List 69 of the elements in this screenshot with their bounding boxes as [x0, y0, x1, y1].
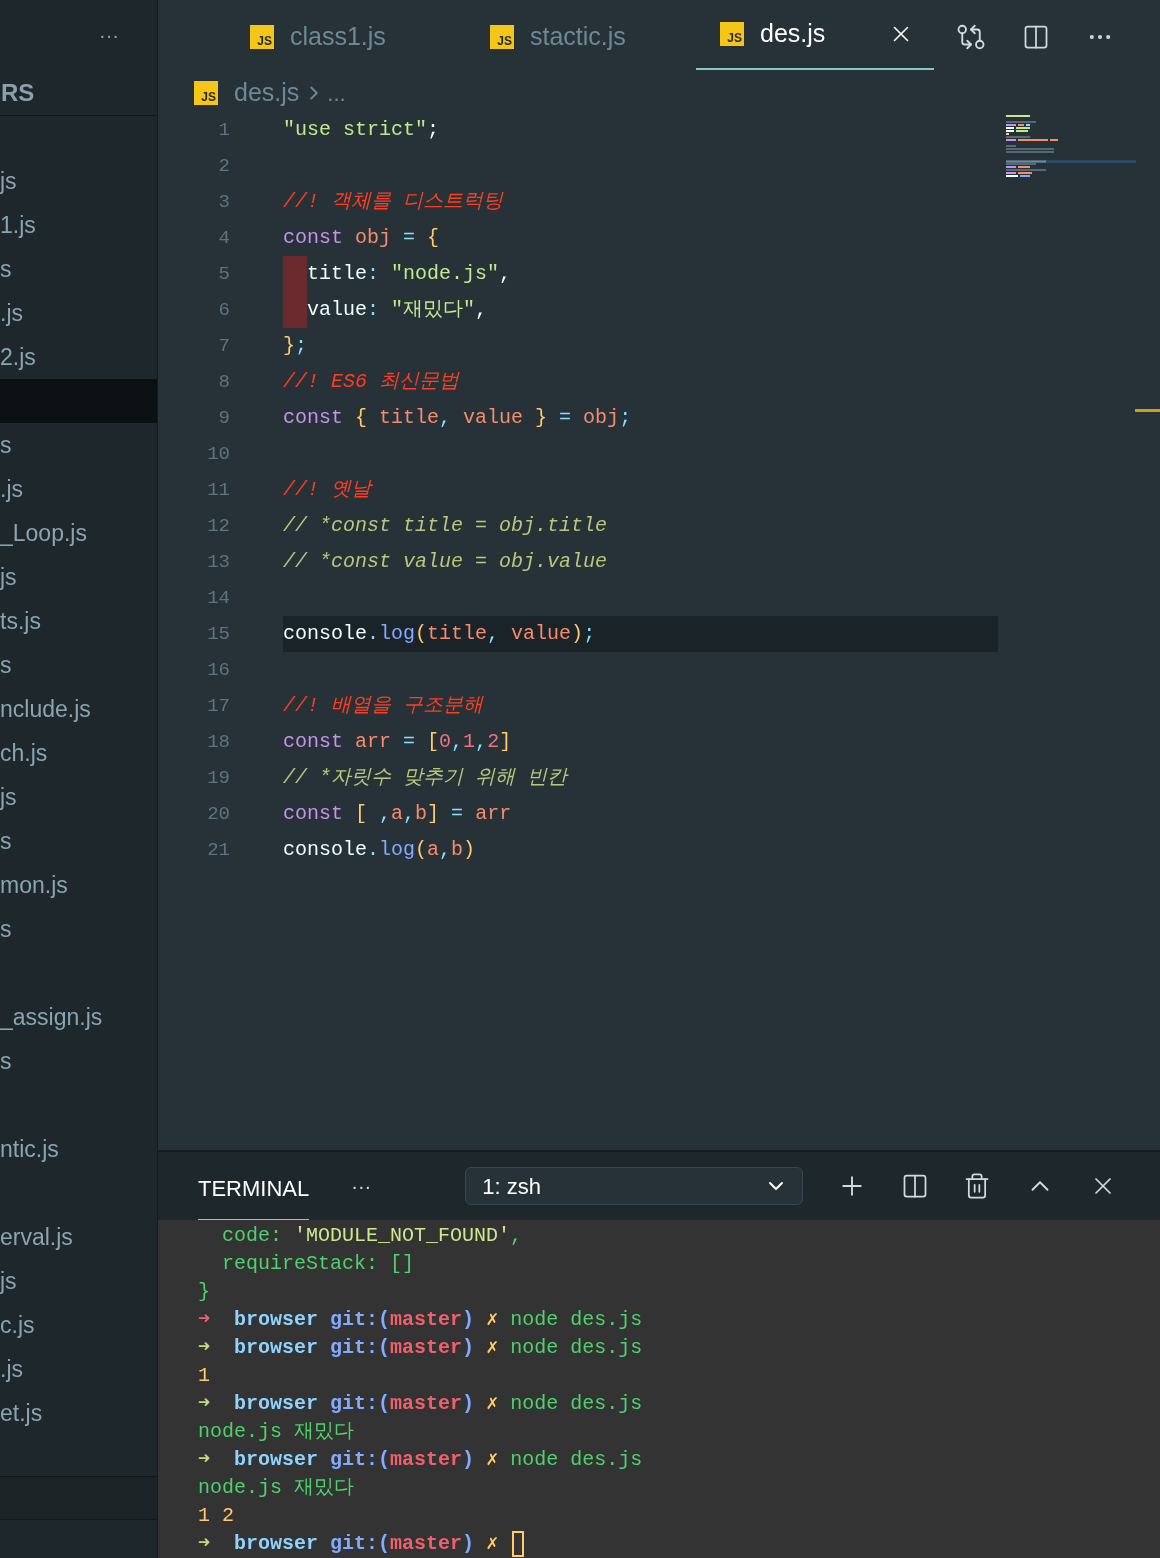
terminal-line: ➜ browser git:(master) ✗ node des.js — [198, 1307, 643, 1333]
line-number: 6 — [218, 297, 230, 323]
code-line: // *자릿수 맞추기 위해 빈칸 — [283, 765, 567, 791]
code-line: //! 옛날 — [283, 477, 371, 503]
code-line: "use strict"; — [283, 117, 440, 143]
tab-label: des.js — [760, 18, 826, 50]
line-number: 14 — [207, 585, 230, 611]
editor-tab[interactable]: JS des.js — [696, 0, 934, 70]
more-icon[interactable]: ··· — [351, 1171, 372, 1201]
terminal-line: 1 2 — [198, 1503, 234, 1529]
breadcrumb-more[interactable]: ... — [327, 76, 346, 110]
line-number: 21 — [207, 837, 230, 863]
line-number: 1 — [218, 117, 230, 143]
line-number: 10 — [207, 441, 230, 467]
line-number: 15 — [207, 621, 230, 647]
breadcrumb-file[interactable]: des.js — [234, 74, 300, 112]
code-line: }; — [283, 333, 308, 359]
code-line: console.log(title, value); — [283, 621, 596, 647]
js-file-icon: JS — [720, 22, 744, 46]
code-line: console.log(a,b) — [283, 837, 476, 863]
terminal-line: code: 'MODULE_NOT_FOUND', — [221, 1223, 523, 1249]
tab-label: class1.js — [290, 21, 386, 53]
code-line: //! 배열을 구조분해 — [283, 693, 483, 719]
line-number: 20 — [207, 801, 230, 827]
line-number: 2 — [218, 153, 230, 179]
line-number: 16 — [207, 657, 230, 683]
js-file-icon: JS — [250, 25, 274, 49]
scrollbar-marker — [1135, 409, 1160, 412]
code-line: // *const title = obj.title — [283, 513, 608, 539]
terminal-line: node.js 재밌다 — [198, 1419, 354, 1445]
editor-tab[interactable]: JS stactic.js — [480, 0, 696, 74]
terminal-line: } — [198, 1279, 210, 1305]
tab-label: stactic.js — [530, 21, 626, 53]
compare-changes-icon[interactable] — [956, 22, 986, 52]
line-number: 17 — [207, 693, 230, 719]
line-number: 4 — [218, 225, 230, 251]
line-number: 3 — [218, 189, 230, 215]
more-icon[interactable]: ··· — [99, 25, 119, 45]
terminal-line: ➜ browser git:(master) ✗ node des.js — [198, 1335, 643, 1361]
line-number: 13 — [207, 549, 230, 575]
section-title: RS — [1, 77, 35, 108]
terminal-line: ➜ browser git:(master) ✗ — [198, 1531, 500, 1557]
code-line: const arr = [0,1,2] — [283, 729, 512, 755]
terminal-line: 1 — [198, 1363, 210, 1389]
js-file-icon: JS — [194, 81, 218, 105]
terminal-line: ➜ browser git:(master) ✗ node des.js — [198, 1447, 643, 1473]
code-line: //! 객체를 디스트럭팅 — [283, 189, 503, 215]
code-line: title: "node.js", — [307, 261, 512, 287]
editor-tab[interactable]: JS class1.js — [240, 0, 480, 74]
line-number: 19 — [207, 765, 230, 791]
terminal-line: requireStack: [] — [221, 1251, 415, 1277]
terminal-select[interactable]: 1: zsh — [465, 1167, 804, 1205]
split-editor-icon[interactable] — [1022, 23, 1050, 51]
code-line: // *const value = obj.value — [283, 549, 608, 575]
line-number: 12 — [207, 513, 230, 539]
code-line: const [ ,a,b] = arr — [283, 801, 512, 827]
code-line: const obj = { — [283, 225, 440, 251]
line-number: 5 — [218, 261, 230, 287]
terminal-line: node.js 재밌다 — [198, 1475, 354, 1501]
code-line: //! ES6 최신문법 — [283, 369, 459, 395]
line-number: 8 — [218, 369, 230, 395]
line-number: 18 — [207, 729, 230, 755]
line-number: 7 — [218, 333, 230, 359]
terminal-line: ➜ browser git:(master) ✗ node des.js — [198, 1391, 643, 1417]
line-number: 11 — [207, 477, 230, 503]
js-file-icon: JS — [490, 25, 514, 49]
line-number: 9 — [218, 405, 230, 431]
code-line: value: "재밌다", — [307, 297, 488, 323]
code-line: const { title, value } = obj; — [283, 405, 632, 431]
